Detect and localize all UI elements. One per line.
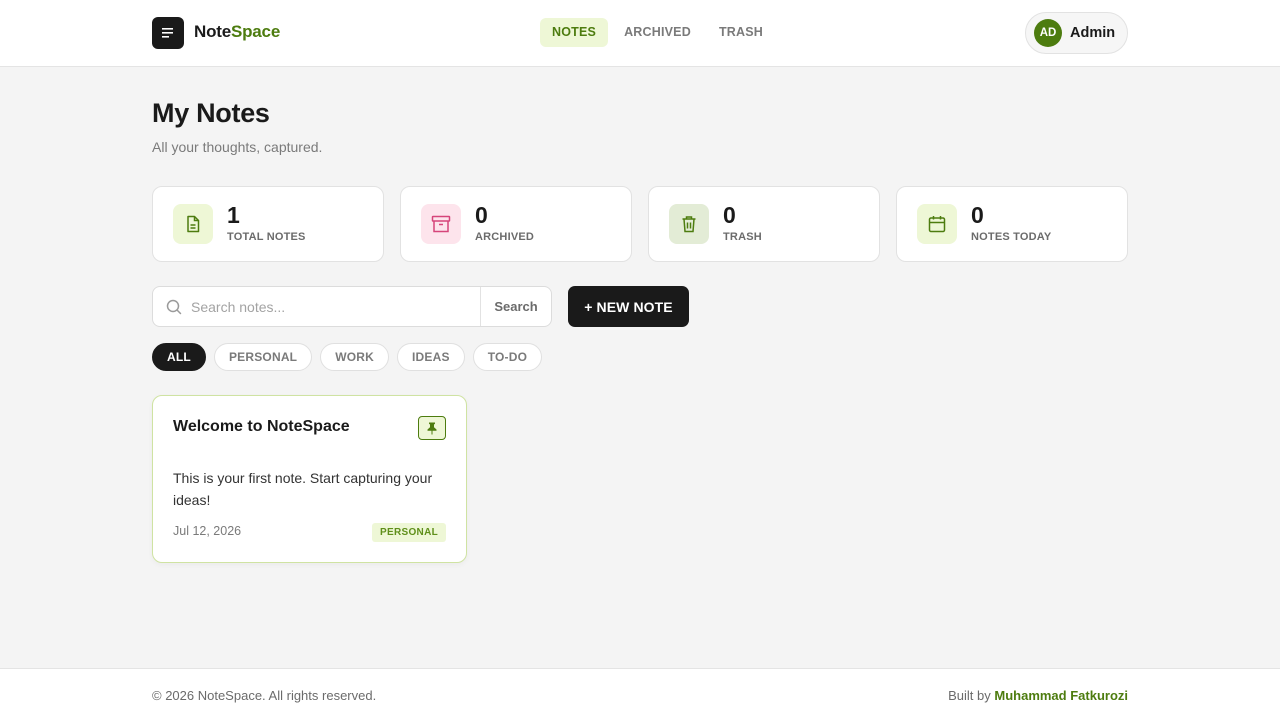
stat-card-notes-today: 0 NOTES TODAY [896, 186, 1128, 262]
pin-icon [427, 422, 437, 434]
filter-work[interactable]: WORK [320, 343, 390, 371]
trash-icon [669, 204, 709, 244]
footer-credit: Built by Muhammad Fatkurozi [948, 688, 1128, 703]
filter-todo[interactable]: TO-DO [472, 343, 543, 371]
filter-personal[interactable]: PERSONAL [213, 343, 313, 371]
top-header: NoteSpace NOTES ARCHIVED TRASH AD Admin [0, 0, 1280, 67]
document-icon [173, 204, 213, 244]
footer-built-by: Built by [948, 688, 995, 703]
note-title: Welcome to NoteSpace [173, 418, 350, 435]
category-filters: ALL PERSONAL WORK IDEAS TO-DO [152, 343, 550, 371]
page-subtitle: All your thoughts, captured. [152, 139, 323, 155]
stat-card-archived: 0 ARCHIVED [400, 186, 632, 262]
filter-ideas[interactable]: IDEAS [397, 343, 465, 371]
nav-trash[interactable]: TRASH [707, 18, 775, 47]
stat-label: NOTES TODAY [971, 231, 1052, 243]
nav-archived[interactable]: ARCHIVED [612, 18, 703, 47]
note-date: Jul 12, 2026 [173, 524, 242, 538]
stat-value: 0 [971, 202, 984, 228]
brand-name-part1: Note [194, 22, 231, 41]
search-button[interactable]: Search [480, 287, 551, 326]
stat-card-total-notes: 1 TOTAL NOTES [152, 186, 384, 262]
search-icon [166, 299, 182, 315]
search-input[interactable] [191, 287, 481, 326]
stat-value: 1 [227, 202, 240, 228]
footer-author-link[interactable]: Muhammad Fatkurozi [994, 688, 1128, 703]
archive-icon [421, 204, 461, 244]
stat-label: TOTAL NOTES [227, 231, 306, 243]
filter-all[interactable]: ALL [152, 343, 206, 371]
user-name: Admin [1070, 25, 1116, 41]
brand-name-part2: Space [230, 22, 281, 41]
calendar-icon [917, 204, 957, 244]
pin-button[interactable] [418, 416, 446, 440]
stat-value: 0 [723, 202, 736, 228]
note-tag: PERSONAL [372, 523, 446, 542]
avatar: AD [1034, 19, 1062, 47]
brand-name[interactable]: NoteSpace [194, 22, 280, 42]
note-body: This is your first note. Start capturing… [173, 470, 433, 508]
page-title: My Notes [152, 98, 270, 128]
stat-card-trash: 0 TRASH [648, 186, 880, 262]
new-note-button[interactable]: + NEW NOTE [568, 286, 689, 327]
stat-label: TRASH [723, 231, 762, 243]
stat-value: 0 [475, 202, 488, 228]
footer: © 2026 NoteSpace. All rights reserved. B… [0, 668, 1280, 720]
stat-label: ARCHIVED [475, 231, 535, 243]
menu-lines-icon [162, 28, 173, 38]
menu-logo-button[interactable] [152, 17, 184, 49]
search-bar: Search [152, 286, 552, 327]
nav-notes[interactable]: NOTES [540, 18, 609, 47]
main-nav: NOTES ARCHIVED TRASH [540, 18, 779, 47]
user-menu-button[interactable]: AD Admin [1025, 12, 1128, 54]
note-card[interactable]: Welcome to NoteSpace This is your first … [152, 395, 467, 563]
footer-copyright: © 2026 NoteSpace. All rights reserved. [152, 688, 377, 703]
